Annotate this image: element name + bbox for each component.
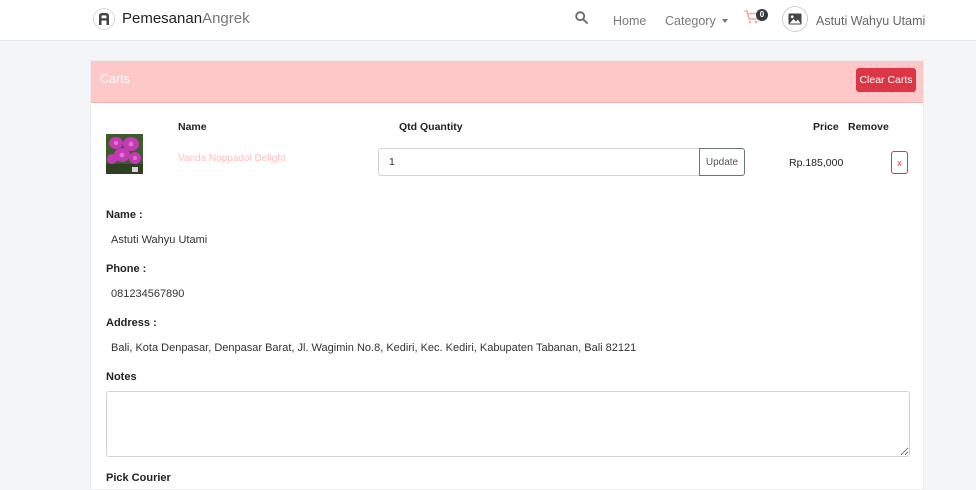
name-label: Name : xyxy=(106,209,143,221)
notes-textarea[interactable] xyxy=(106,391,910,457)
courier-label: Pick Courier xyxy=(106,472,171,484)
navbar: PemesananAngrek Home Category 0 Astuti W… xyxy=(0,0,976,41)
customer-address: Bali, Kota Denpasar, Denpasar Barat, Jl.… xyxy=(111,342,637,354)
quantity-input[interactable] xyxy=(378,148,700,176)
column-header-quantity: Qtd Quantity xyxy=(399,121,463,133)
clear-carts-button[interactable]: Clear Carts xyxy=(856,68,916,92)
cart-header: Carts Clear Carts xyxy=(91,61,923,103)
nav-category-label: Category xyxy=(665,14,716,28)
product-image xyxy=(106,134,143,174)
nav-category-dropdown[interactable]: Category xyxy=(665,13,728,29)
caret-down-icon xyxy=(721,19,728,23)
search-icon[interactable] xyxy=(575,11,588,29)
user-name[interactable]: Astuti Wahyu Utami xyxy=(816,13,925,29)
update-quantity-button[interactable]: Update xyxy=(699,148,745,176)
customer-phone: 081234567890 xyxy=(111,288,185,300)
avatar[interactable] xyxy=(783,7,807,31)
phone-label: Phone : xyxy=(106,263,147,275)
address-label: Address : xyxy=(106,317,157,329)
nav-home-link[interactable]: Home xyxy=(613,13,646,29)
brand-name-light: Angrek xyxy=(202,10,250,27)
brand-name-strong: Pemesanan xyxy=(122,10,203,27)
brand-name: PemesananAngrek xyxy=(122,9,250,29)
remove-item-button[interactable]: x xyxy=(891,151,908,174)
notes-label: Notes xyxy=(106,371,137,383)
customer-name: Astuti Wahyu Utami xyxy=(111,234,208,246)
column-header-remove: Remove xyxy=(848,121,889,133)
cart-title: Carts xyxy=(100,72,130,86)
product-name-link[interactable]: Vanda Noppadol Delight xyxy=(178,153,286,164)
image-placeholder-icon xyxy=(788,13,802,25)
column-header-price: Price xyxy=(813,121,839,133)
brand[interactable]: PemesananAngrek xyxy=(94,9,250,29)
column-header-name: Name xyxy=(178,121,207,133)
brand-logo-icon xyxy=(94,9,114,29)
cart-count-badge: 0 xyxy=(756,9,768,21)
cart-card: Carts Clear Carts Name Qtd Quantity Pric… xyxy=(90,60,924,490)
item-price: Rp.185,000 xyxy=(789,157,844,169)
